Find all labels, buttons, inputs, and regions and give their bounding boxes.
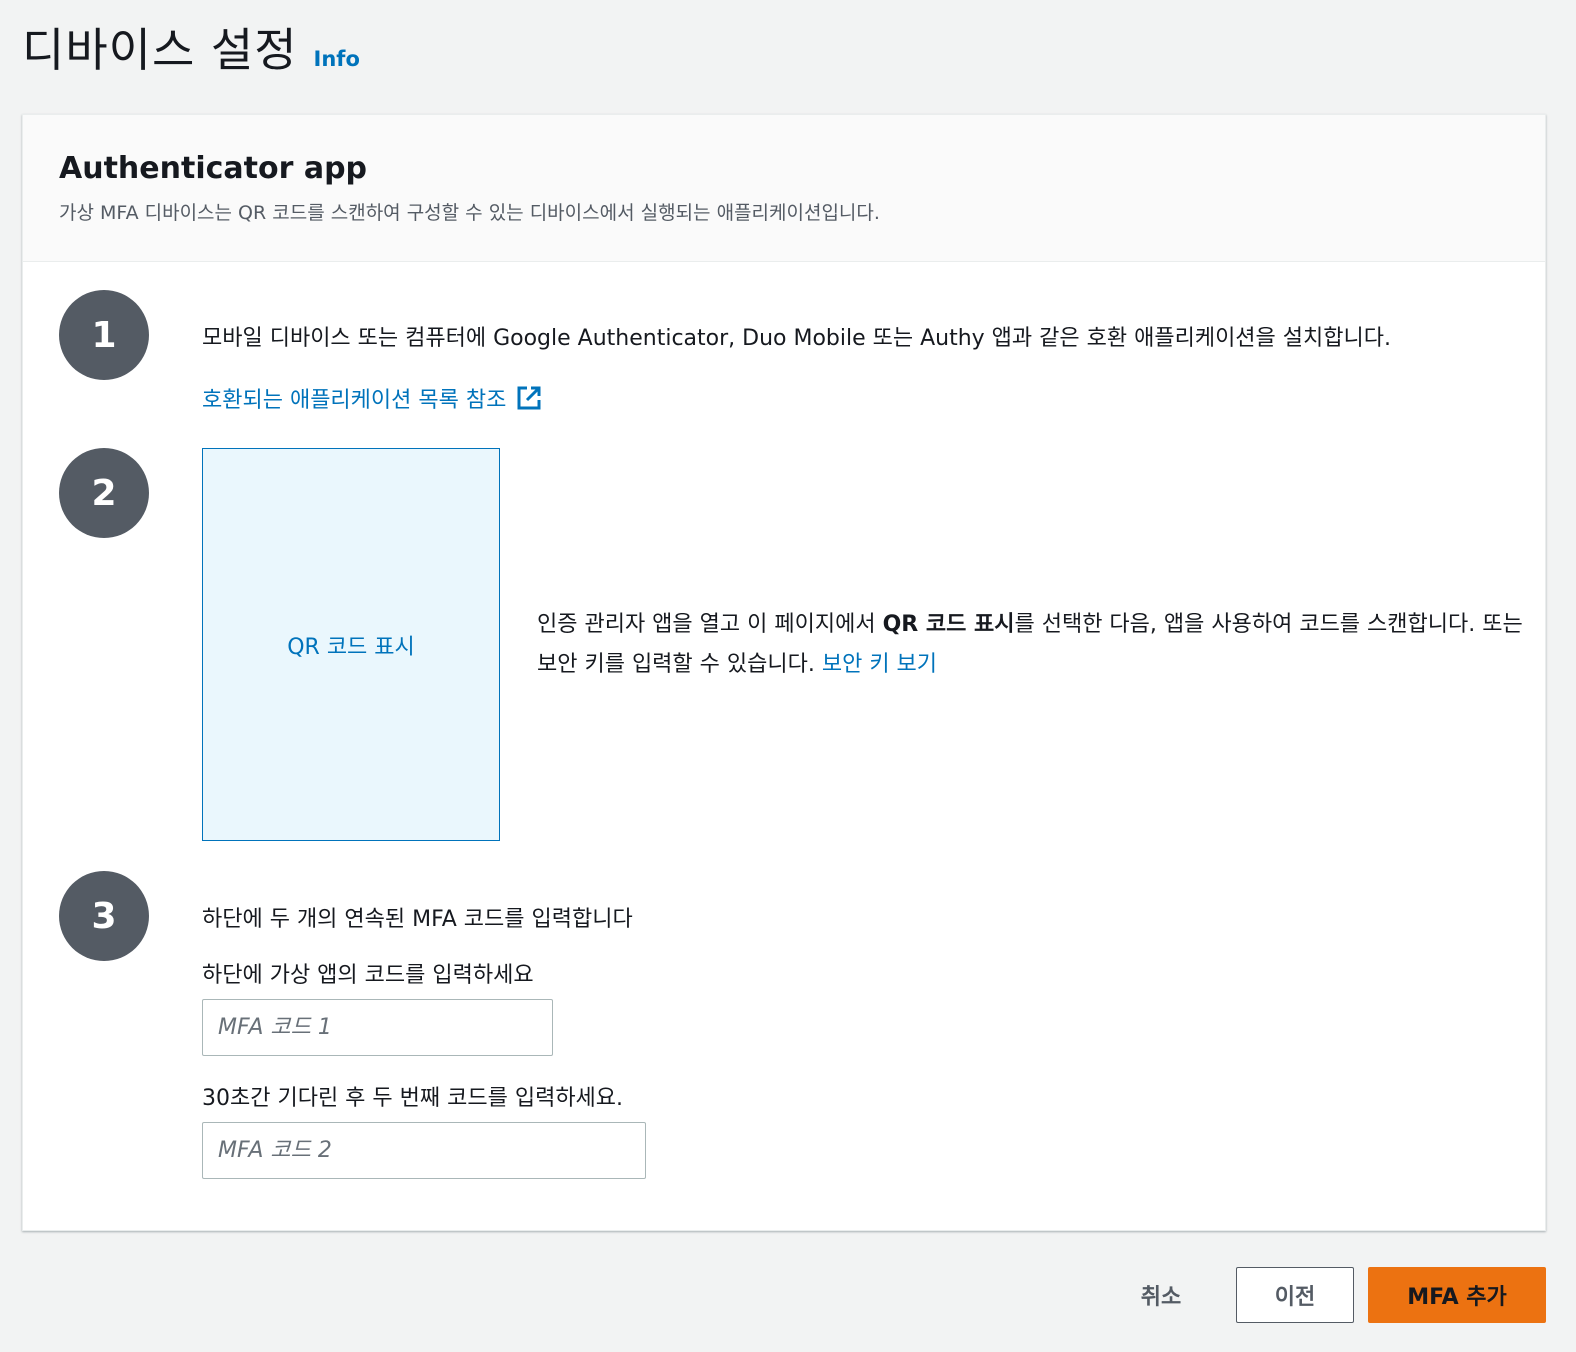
view-secret-key-link[interactable]: 보안 키 보기	[822, 652, 937, 677]
panel-description: 가상 MFA 디바이스는 QR 코드를 스캔하여 구성할 수 있는 디바이스에서…	[59, 202, 880, 224]
step-1-badge: 1	[59, 290, 149, 380]
compatible-apps-link-label[interactable]: 호환되는 애플리케이션 목록 참조	[202, 382, 506, 414]
qr-instructions: 인증 관리자 앱을 열고 이 페이지에서 QR 코드 표시를 선택한 다음, 앱…	[537, 605, 1527, 685]
step-2-badge: 2	[59, 448, 149, 538]
step-1-text: 모바일 디바이스 또는 컴퓨터에 Google Authenticator, D…	[202, 326, 1391, 351]
step-3-heading: 하단에 두 개의 연속된 MFA 코드를 입력합니다	[202, 907, 633, 932]
panel-title: Authenticator app	[59, 151, 368, 186]
external-link-icon	[517, 386, 541, 410]
authenticator-panel: Authenticator app 가상 MFA 디바이스는 QR 코드를 스캔…	[22, 114, 1546, 1231]
page-header: 디바이스 설정 Info	[22, 14, 360, 80]
mfa-code-1-label: 하단에 가상 앱의 코드를 입력하세요	[202, 963, 534, 988]
mfa-code-2-label: 30초간 기다린 후 두 번째 코드를 입력하세요.	[202, 1086, 624, 1111]
qr-instructions-part1: 인증 관리자 앱을 열고 이 페이지에서	[537, 612, 883, 637]
page-title: 디바이스 설정	[22, 23, 298, 77]
qr-instructions-bold: QR 코드 표시	[882, 612, 1015, 637]
show-qr-code-button[interactable]: QR 코드 표시	[202, 448, 500, 841]
footer-actions: 취소 이전 MFA 추가	[1116, 1267, 1546, 1323]
compatible-apps-link[interactable]: 호환되는 애플리케이션 목록 참조	[202, 382, 542, 414]
show-qr-code-label: QR 코드 표시	[287, 634, 415, 660]
cancel-button[interactable]: 취소	[1116, 1267, 1206, 1323]
add-mfa-button[interactable]: MFA 추가	[1368, 1267, 1546, 1323]
mfa-code-2-input[interactable]	[202, 1122, 646, 1179]
panel-header: Authenticator app 가상 MFA 디바이스는 QR 코드를 스캔…	[23, 115, 1545, 262]
previous-button[interactable]: 이전	[1236, 1267, 1354, 1323]
step-3-badge: 3	[59, 871, 149, 961]
info-link[interactable]: Info	[314, 47, 360, 71]
mfa-code-1-input[interactable]	[202, 999, 553, 1056]
